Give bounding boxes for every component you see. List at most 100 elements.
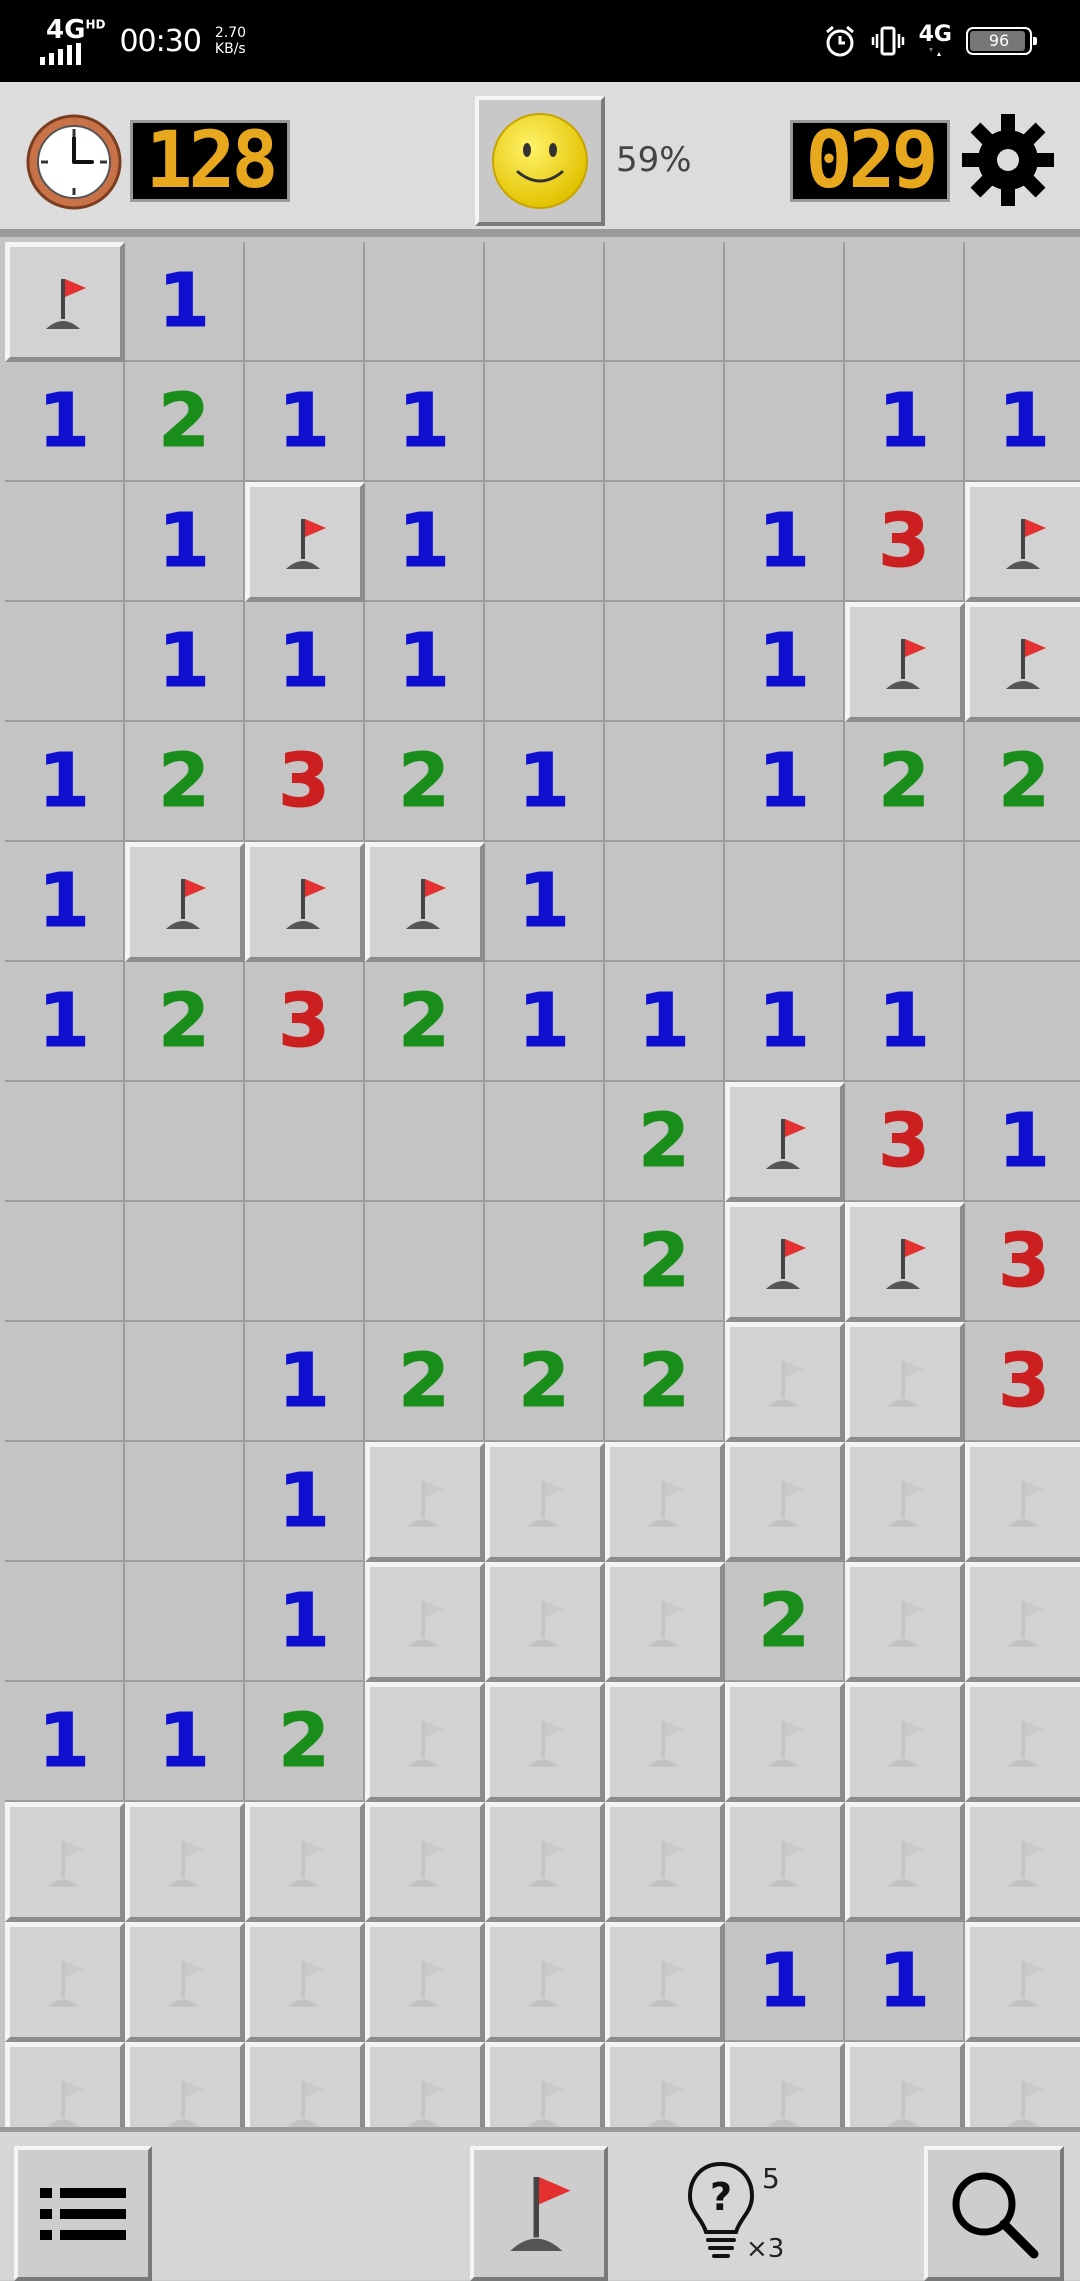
- cell-unopened[interactable]: [965, 1802, 1080, 1922]
- cell-unopened[interactable]: [5, 1802, 125, 1922]
- cell-number[interactable]: 1: [845, 362, 965, 482]
- cell-number[interactable]: 2: [245, 1682, 365, 1802]
- cell-empty[interactable]: [5, 482, 125, 602]
- cell-empty[interactable]: [605, 362, 725, 482]
- cell-number[interactable]: 1: [365, 602, 485, 722]
- cell-unopened[interactable]: [365, 1682, 485, 1802]
- cell-number[interactable]: 1: [245, 1322, 365, 1442]
- cell-empty[interactable]: [485, 362, 605, 482]
- cell-number[interactable]: 1: [845, 1922, 965, 2042]
- cell-number[interactable]: 1: [965, 1082, 1080, 1202]
- cell-unopened[interactable]: [725, 2042, 845, 2127]
- cell-number[interactable]: 2: [485, 1322, 605, 1442]
- cell-number[interactable]: 1: [5, 962, 125, 1082]
- cell-number[interactable]: 1: [485, 962, 605, 1082]
- cell-unopened[interactable]: [605, 1442, 725, 1562]
- cell-unopened[interactable]: [245, 1802, 365, 1922]
- cell-flagged[interactable]: [5, 242, 125, 362]
- cell-number[interactable]: 2: [125, 362, 245, 482]
- cell-unopened[interactable]: [605, 1682, 725, 1802]
- cell-number[interactable]: 2: [605, 1202, 725, 1322]
- cell-number[interactable]: 1: [245, 602, 365, 722]
- cell-number[interactable]: 2: [365, 722, 485, 842]
- cell-empty[interactable]: [485, 1202, 605, 1322]
- cell-flagged[interactable]: [245, 482, 365, 602]
- cell-number[interactable]: 2: [125, 722, 245, 842]
- cell-empty[interactable]: [485, 482, 605, 602]
- cell-unopened[interactable]: [485, 1442, 605, 1562]
- cell-number[interactable]: 1: [365, 482, 485, 602]
- cell-number[interactable]: 1: [125, 602, 245, 722]
- cell-empty[interactable]: [845, 842, 965, 962]
- cell-empty[interactable]: [605, 722, 725, 842]
- cell-unopened[interactable]: [365, 1802, 485, 1922]
- cell-flagged[interactable]: [965, 482, 1080, 602]
- cell-unopened[interactable]: [845, 1442, 965, 1562]
- flag-mode-button[interactable]: [470, 2146, 608, 2281]
- cell-unopened[interactable]: [485, 1802, 605, 1922]
- cell-empty[interactable]: [725, 842, 845, 962]
- cell-unopened[interactable]: [245, 1922, 365, 2042]
- cell-unopened[interactable]: [965, 1442, 1080, 1562]
- cell-unopened[interactable]: [965, 1922, 1080, 2042]
- cell-empty[interactable]: [245, 1202, 365, 1322]
- cell-number[interactable]: 1: [485, 722, 605, 842]
- cell-empty[interactable]: [485, 1082, 605, 1202]
- cell-empty[interactable]: [5, 1202, 125, 1322]
- cell-unopened[interactable]: [845, 1682, 965, 1802]
- cell-number[interactable]: 1: [125, 1682, 245, 1802]
- cell-unopened[interactable]: [605, 1562, 725, 1682]
- cell-empty[interactable]: [5, 1082, 125, 1202]
- cell-unopened[interactable]: [5, 2042, 125, 2127]
- cell-empty[interactable]: [245, 242, 365, 362]
- cell-number[interactable]: 2: [365, 962, 485, 1082]
- cell-number[interactable]: 3: [965, 1322, 1080, 1442]
- cell-unopened[interactable]: [965, 2042, 1080, 2127]
- cell-number[interactable]: 3: [245, 722, 365, 842]
- cell-flagged[interactable]: [245, 842, 365, 962]
- cell-number[interactable]: 2: [605, 1082, 725, 1202]
- hint-button[interactable]: ? 5 ×3: [680, 2150, 800, 2280]
- cell-unopened[interactable]: [125, 2042, 245, 2127]
- cell-empty[interactable]: [485, 602, 605, 722]
- cell-flagged[interactable]: [845, 1202, 965, 1322]
- cell-number[interactable]: 2: [965, 722, 1080, 842]
- cell-number[interactable]: 1: [725, 722, 845, 842]
- cell-number[interactable]: 3: [965, 1202, 1080, 1322]
- cell-unopened[interactable]: [845, 1802, 965, 1922]
- cell-empty[interactable]: [605, 602, 725, 722]
- cell-unopened[interactable]: [965, 1562, 1080, 1682]
- cell-number[interactable]: 1: [245, 1442, 365, 1562]
- cell-number[interactable]: 1: [725, 1922, 845, 2042]
- cell-empty[interactable]: [965, 962, 1080, 1082]
- cell-empty[interactable]: [5, 1562, 125, 1682]
- cell-empty[interactable]: [485, 242, 605, 362]
- cell-unopened[interactable]: [845, 1562, 965, 1682]
- cell-number[interactable]: 1: [125, 242, 245, 362]
- cell-unopened[interactable]: [725, 1682, 845, 1802]
- cell-empty[interactable]: [845, 242, 965, 362]
- cell-empty[interactable]: [5, 602, 125, 722]
- cell-empty[interactable]: [365, 1082, 485, 1202]
- cell-number[interactable]: 3: [845, 482, 965, 602]
- cell-unopened[interactable]: [605, 1802, 725, 1922]
- cell-empty[interactable]: [365, 242, 485, 362]
- cell-empty[interactable]: [365, 1202, 485, 1322]
- cell-empty[interactable]: [5, 1322, 125, 1442]
- cell-unopened[interactable]: [845, 1322, 965, 1442]
- cell-empty[interactable]: [125, 1322, 245, 1442]
- cell-unopened[interactable]: [365, 1562, 485, 1682]
- cell-number[interactable]: 1: [485, 842, 605, 962]
- cell-number[interactable]: 1: [5, 842, 125, 962]
- cell-flagged[interactable]: [845, 602, 965, 722]
- cell-unopened[interactable]: [485, 1922, 605, 2042]
- cell-number[interactable]: 1: [725, 962, 845, 1082]
- cell-unopened[interactable]: [485, 2042, 605, 2127]
- cell-number[interactable]: 3: [245, 962, 365, 1082]
- cell-number[interactable]: 1: [725, 482, 845, 602]
- cell-unopened[interactable]: [125, 1802, 245, 1922]
- cell-flagged[interactable]: [365, 842, 485, 962]
- cell-number[interactable]: 2: [125, 962, 245, 1082]
- cell-empty[interactable]: [965, 842, 1080, 962]
- cell-number[interactable]: 1: [365, 362, 485, 482]
